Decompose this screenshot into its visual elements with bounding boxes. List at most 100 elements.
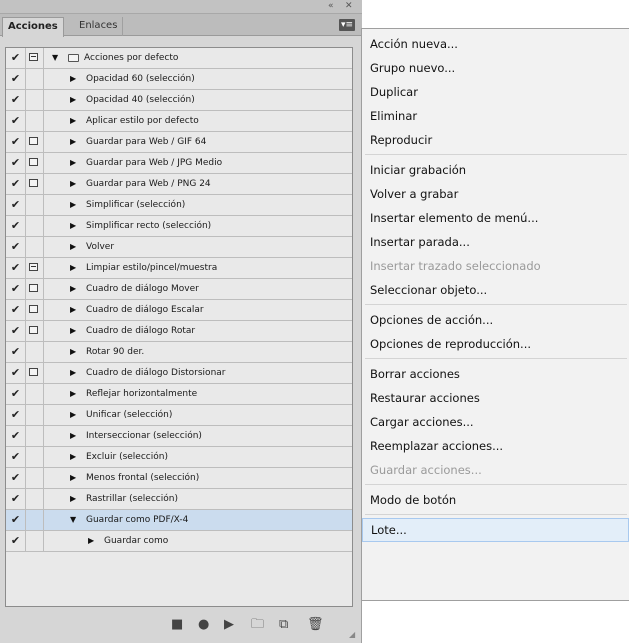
toggle-dialog-cell[interactable]: [26, 300, 44, 320]
menu-item[interactable]: Eliminar: [362, 104, 629, 128]
toggle-dialog-cell[interactable]: [26, 69, 44, 89]
close-panel-icon[interactable]: ✕: [345, 0, 353, 13]
toggle-dialog-cell[interactable]: [26, 195, 44, 215]
toggle-dialog-cell[interactable]: [26, 48, 44, 68]
menu-item[interactable]: Opciones de reproducción...: [362, 332, 629, 356]
trash-icon[interactable]: 🗑: [307, 618, 324, 632]
expand-triangle-icon[interactable]: ▶: [70, 468, 76, 488]
expand-triangle-icon[interactable]: ▶: [70, 405, 76, 425]
toggle-item-checkmark-icon[interactable]: ✔: [6, 531, 26, 551]
action-row[interactable]: ✔ ▶ Guardar para Web / JPG Medio: [6, 153, 352, 174]
toggle-dialog-cell[interactable]: [26, 342, 44, 362]
action-row[interactable]: ✔ ▶ Guardar para Web / GIF 64: [6, 132, 352, 153]
toggle-dialog-cell[interactable]: [26, 531, 44, 551]
toggle-dialog-cell[interactable]: [26, 153, 44, 173]
expand-triangle-icon[interactable]: ▶: [70, 426, 76, 446]
toggle-item-checkmark-icon[interactable]: ✔: [6, 132, 26, 152]
action-row[interactable]: ✔ ▶ Simplificar recto (selección): [6, 216, 352, 237]
toggle-item-checkmark-icon[interactable]: ✔: [6, 426, 26, 446]
menu-item[interactable]: Lote...: [362, 518, 629, 542]
toggle-item-checkmark-icon[interactable]: ✔: [6, 195, 26, 215]
expand-triangle-icon[interactable]: ▶: [70, 153, 76, 173]
action-row[interactable]: ✔ ▶ Cuadro de diálogo Escalar: [6, 300, 352, 321]
expand-triangle-icon[interactable]: ▶: [70, 69, 76, 89]
menu-item[interactable]: Acción nueva...: [362, 32, 629, 56]
expand-triangle-icon[interactable]: ▶: [70, 489, 76, 509]
menu-item[interactable]: Reemplazar acciones...: [362, 434, 629, 458]
toggle-item-checkmark-icon[interactable]: ✔: [6, 489, 26, 509]
expand-triangle-icon[interactable]: ▶: [70, 195, 76, 215]
menu-item[interactable]: Grupo nuevo...: [362, 56, 629, 80]
expand-triangle-icon[interactable]: ▶: [88, 531, 94, 551]
toggle-item-checkmark-icon[interactable]: ✔: [6, 279, 26, 299]
toggle-item-checkmark-icon[interactable]: ✔: [6, 216, 26, 236]
toggle-dialog-cell[interactable]: [26, 447, 44, 467]
panel-menu-icon[interactable]: ▾≡: [339, 19, 355, 31]
expand-triangle-icon[interactable]: ▶: [70, 384, 76, 404]
collapse-panel-icon[interactable]: «: [328, 0, 334, 13]
menu-item[interactable]: Duplicar: [362, 80, 629, 104]
collapse-triangle-icon[interactable]: ▼: [70, 510, 76, 530]
expand-triangle-icon[interactable]: ▶: [70, 237, 76, 257]
action-row[interactable]: ✔ ▶ Limpiar estilo/pincel/muestra: [6, 258, 352, 279]
record-icon[interactable]: ●: [198, 618, 209, 632]
menu-item[interactable]: Cargar acciones...: [362, 410, 629, 434]
toggle-item-checkmark-icon[interactable]: ✔: [6, 111, 26, 131]
toggle-item-checkmark-icon[interactable]: ✔: [6, 48, 26, 68]
toggle-item-checkmark-icon[interactable]: ✔: [6, 405, 26, 425]
expand-triangle-icon[interactable]: ▶: [70, 111, 76, 131]
toggle-dialog-cell[interactable]: [26, 174, 44, 194]
toggle-dialog-cell[interactable]: [26, 384, 44, 404]
toggle-dialog-cell[interactable]: [26, 279, 44, 299]
menu-item[interactable]: Borrar acciones: [362, 362, 629, 386]
action-row[interactable]: ✔ ▶ Opacidad 40 (selección): [6, 90, 352, 111]
action-row[interactable]: ✔ ▶ Volver: [6, 237, 352, 258]
toggle-dialog-cell[interactable]: [26, 90, 44, 110]
expand-triangle-icon[interactable]: ▶: [70, 216, 76, 236]
action-row[interactable]: ✔ ▼ Acciones por defecto: [6, 48, 352, 69]
toggle-dialog-cell[interactable]: [26, 363, 44, 383]
expand-triangle-icon[interactable]: ▶: [70, 447, 76, 467]
toggle-dialog-cell[interactable]: [26, 321, 44, 341]
toggle-item-checkmark-icon[interactable]: ✔: [6, 90, 26, 110]
new-set-folder-icon[interactable]: 🗀: [251, 618, 264, 632]
action-row[interactable]: ✔ ▶ Excluir (selección): [6, 447, 352, 468]
action-row[interactable]: ✔ ▶ Interseccionar (selección): [6, 426, 352, 447]
action-row[interactable]: ✔ ▼ Guardar como PDF/X-4: [6, 510, 352, 531]
play-icon[interactable]: ▶: [224, 618, 234, 632]
action-row[interactable]: ✔ ▶ Cuadro de diálogo Mover: [6, 279, 352, 300]
menu-item[interactable]: Reproducir: [362, 128, 629, 152]
toggle-item-checkmark-icon[interactable]: ✔: [6, 384, 26, 404]
action-row[interactable]: ✔ ▶ Cuadro de diálogo Distorsionar: [6, 363, 352, 384]
toggle-item-checkmark-icon[interactable]: ✔: [6, 300, 26, 320]
menu-item[interactable]: Volver a grabar: [362, 182, 629, 206]
collapse-triangle-icon[interactable]: ▼: [52, 48, 58, 68]
toggle-dialog-cell[interactable]: [26, 510, 44, 530]
toggle-item-checkmark-icon[interactable]: ✔: [6, 321, 26, 341]
toggle-item-checkmark-icon[interactable]: ✔: [6, 153, 26, 173]
action-row[interactable]: ✔ ▶ Reflejar horizontalmente: [6, 384, 352, 405]
resize-grip-icon[interactable]: ◢: [349, 630, 357, 639]
toggle-item-checkmark-icon[interactable]: ✔: [6, 363, 26, 383]
menu-item[interactable]: Iniciar grabación: [362, 158, 629, 182]
toggle-dialog-cell[interactable]: [26, 426, 44, 446]
action-row[interactable]: ✔ ▶ Unificar (selección): [6, 405, 352, 426]
new-action-icon[interactable]: ⧉: [279, 618, 288, 632]
expand-triangle-icon[interactable]: ▶: [70, 132, 76, 152]
expand-triangle-icon[interactable]: ▶: [70, 174, 76, 194]
toggle-item-checkmark-icon[interactable]: ✔: [6, 237, 26, 257]
menu-item[interactable]: Restaurar acciones: [362, 386, 629, 410]
expand-triangle-icon[interactable]: ▶: [70, 90, 76, 110]
action-row[interactable]: ✔ ▶ Simplificar (selección): [6, 195, 352, 216]
menu-item[interactable]: Modo de botón: [362, 488, 629, 512]
menu-item[interactable]: Insertar elemento de menú...: [362, 206, 629, 230]
toggle-dialog-cell[interactable]: [26, 132, 44, 152]
action-row[interactable]: ✔ ▶ Rotar 90 der.: [6, 342, 352, 363]
menu-item[interactable]: Insertar parada...: [362, 230, 629, 254]
menu-item[interactable]: Seleccionar objeto...: [362, 278, 629, 302]
action-row[interactable]: ✔ ▶ Aplicar estilo por defecto: [6, 111, 352, 132]
toggle-item-checkmark-icon[interactable]: ✔: [6, 258, 26, 278]
action-row[interactable]: ✔ ▶ Guardar para Web / PNG 24: [6, 174, 352, 195]
menu-item[interactable]: Opciones de acción...: [362, 308, 629, 332]
action-row[interactable]: ✔ ▶ Rastrillar (selección): [6, 489, 352, 510]
